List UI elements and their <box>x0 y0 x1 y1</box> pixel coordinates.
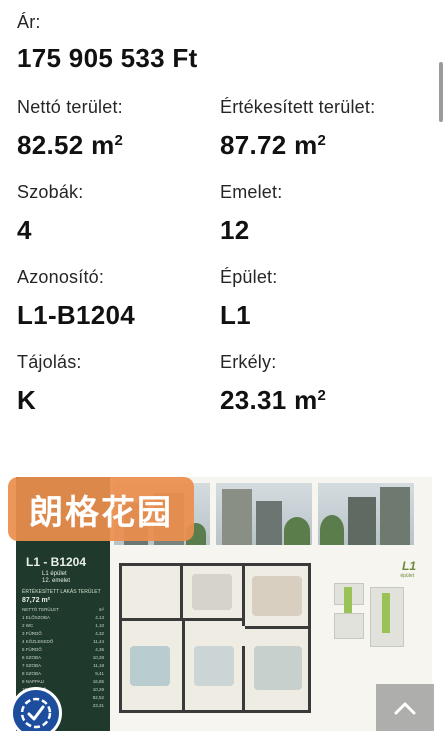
plan-room-area: 11,18 <box>93 663 104 668</box>
plan-room-area: 4,32 <box>95 631 104 636</box>
plan-room-row: NETTÓ TERÜLET m² <box>22 607 104 614</box>
rooms-field: Szobák: 4 <box>17 182 83 246</box>
accessibility-button[interactable] <box>10 687 62 731</box>
balcony-label: Erkély: <box>220 352 277 372</box>
plan-room-area: 4,13 <box>95 615 104 620</box>
plan-room-name: NETTÓ TERÜLET <box>22 607 59 612</box>
plan-room-area: 4,36 <box>95 647 104 652</box>
plan-room-row: 9 NAPPALI 16,85 <box>22 679 104 686</box>
plan-building-line: L1 épület <box>42 571 67 577</box>
keyplan-subtitle: épület <box>400 573 414 579</box>
balcony-value: 23.31 m2 <box>220 385 327 415</box>
plan-room-area: m² <box>98 607 104 612</box>
identifier-field: Azonosító: L1-B1204 <box>17 267 135 331</box>
plan-room-name: 6 SZOBA <box>22 655 42 660</box>
watermark-badge: 朗格花园 <box>8 477 194 541</box>
floor-value: 12 <box>220 215 250 245</box>
rooms-label: Szobák: <box>17 182 84 202</box>
orientation-label: Tájolás: <box>17 352 82 372</box>
floor-field: Emelet: 12 <box>220 182 282 246</box>
plan-room-row: 8 SZOBA 9,41 <box>22 671 104 678</box>
plan-room-name: 2 WC <box>22 623 34 628</box>
net-area-label: Nettó terület: <box>17 97 123 117</box>
plan-room-name: 7 SZOBA <box>22 663 42 668</box>
render-photo-2 <box>216 483 312 545</box>
floor-plan-drawing <box>119 563 311 713</box>
rooms-value: 4 <box>17 215 32 245</box>
plan-room-row: 5 FÜRDŐ 4,36 <box>22 647 104 654</box>
scroll-to-top-button[interactable] <box>376 684 434 731</box>
price-value: 175 905 533 Ft <box>17 43 198 73</box>
page-scrollbar[interactable] <box>439 62 443 122</box>
identifier-value: L1-B1204 <box>17 300 136 330</box>
net-area-value: 82.52 m2 <box>17 130 124 160</box>
floor-label: Emelet: <box>220 182 283 202</box>
identifier-label: Azonosító: <box>17 267 105 287</box>
plan-room-area: 82,52 <box>92 695 104 700</box>
plan-unit-title: L1 - B1204 <box>26 555 87 569</box>
price-field: Ár: 175 905 533 Ft <box>17 12 198 74</box>
plan-room-row: 2 WC 1,10 <box>22 623 104 630</box>
building-field: Épület: L1 <box>220 267 277 331</box>
plan-room-area: 16,85 <box>92 679 104 684</box>
plan-floor-line: 12. emelet <box>42 578 71 584</box>
sale-area-value: 87.72 m2 <box>220 130 327 160</box>
keyplan-title: L1 <box>401 559 416 573</box>
orientation-value: K <box>17 385 37 415</box>
building-value: L1 <box>220 300 251 330</box>
chevron-up-icon <box>394 702 416 714</box>
sale-area-label: Értékesített terület: <box>220 97 376 117</box>
plan-sold-area-value: 87,72 m² <box>22 597 51 604</box>
plan-room-name: 9 NAPPALI <box>22 679 45 684</box>
plan-room-area: 10,28 <box>92 655 104 660</box>
building-key-plan: L1 épület <box>320 557 422 657</box>
plan-room-row: 1 ELŐSZOBA 4,13 <box>22 615 104 622</box>
price-label: Ár: <box>17 12 41 32</box>
plan-room-area: 9,41 <box>95 671 104 676</box>
balcony-field: Erkély: 23.31 m2 <box>220 352 326 416</box>
plan-sold-area-label: ÉRTÉKESÍTETT LAKÁS TERÜLET <box>22 589 101 595</box>
plan-room-row: 6 SZOBA 10,28 <box>22 655 104 662</box>
render-photo-3 <box>318 483 414 545</box>
plan-room-area: 10,29 <box>92 687 104 692</box>
plan-room-area: 23,31 <box>92 703 104 708</box>
plan-room-name: 5 FÜRDŐ <box>22 647 42 652</box>
plan-room-area: 1,10 <box>95 623 104 628</box>
orientation-field: Tájolás: K <box>17 352 82 416</box>
net-area-field: Nettó terület: 82.52 m2 <box>17 97 123 161</box>
plan-room-name: 3 FÜRDŐ <box>22 631 42 636</box>
plan-room-area: 11,44 <box>93 639 104 644</box>
building-label: Épület: <box>220 267 278 287</box>
plan-room-row: 4 KÖZLEKEDŐ 11,44 <box>22 639 104 646</box>
accessibility-check-icon <box>20 697 52 729</box>
plan-room-name: 4 KÖZLEKEDŐ <box>22 639 54 644</box>
plan-room-name: 8 SZOBA <box>22 671 42 676</box>
sale-area-field: Értékesített terület: 87.72 m2 <box>220 97 375 161</box>
plan-room-name: 1 ELŐSZOBA <box>22 615 51 620</box>
plan-room-row: 7 SZOBA 11,18 <box>22 663 104 670</box>
plan-room-row: 3 FÜRDŐ 4,32 <box>22 631 104 638</box>
